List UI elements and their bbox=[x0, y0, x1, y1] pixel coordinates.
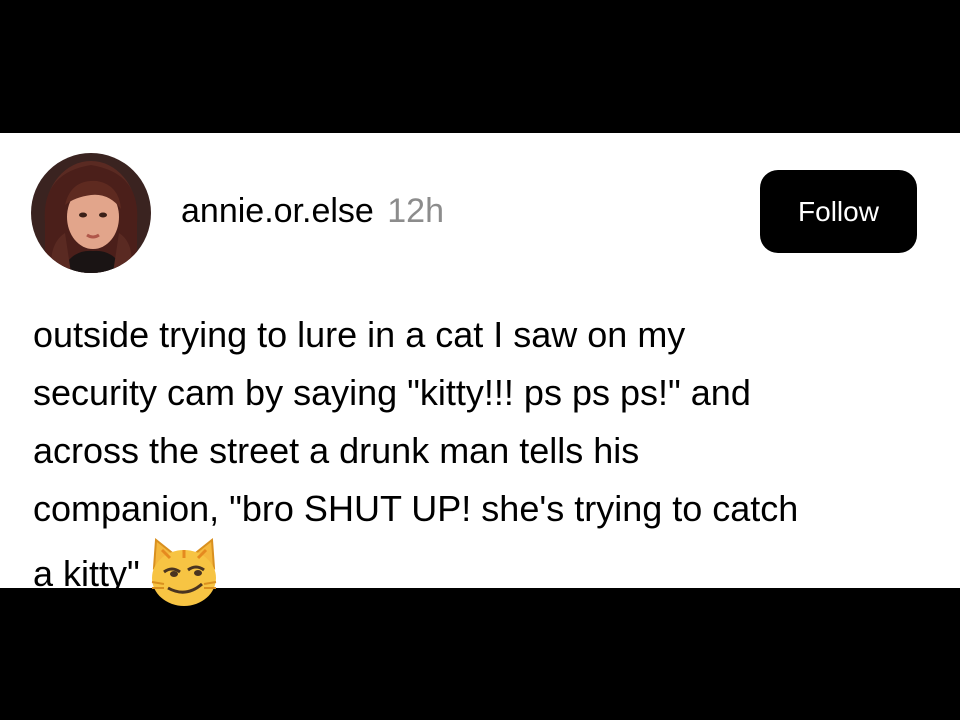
post-text-line: across the street a drunk man tells his bbox=[33, 430, 640, 471]
smirking-cat-face-icon bbox=[144, 538, 224, 608]
follow-button[interactable]: Follow bbox=[760, 170, 917, 253]
post-text: outside trying to lure in a cat I saw on… bbox=[33, 306, 913, 608]
post-text-line: companion, "bro SHUT UP! she's trying to… bbox=[33, 488, 799, 529]
post-header: annie.or.else 12h bbox=[181, 191, 444, 231]
post-text-line: a kitty" bbox=[33, 553, 140, 594]
avatar[interactable] bbox=[31, 153, 151, 273]
post-timestamp: 12h bbox=[387, 192, 444, 230]
profile-photo-icon bbox=[31, 153, 151, 273]
post-card: annie.or.else 12h Follow outside trying … bbox=[0, 133, 960, 606]
post-text-line: outside trying to lure in a cat I saw on… bbox=[33, 314, 686, 355]
username-link[interactable]: annie.or.else bbox=[181, 192, 374, 230]
screenshot-frame: annie.or.else 12h Follow outside trying … bbox=[0, 0, 960, 720]
post-text-line: security cam by saying "kitty!!! ps ps p… bbox=[33, 372, 751, 413]
post-text-line-last: a kitty" bbox=[33, 538, 913, 608]
